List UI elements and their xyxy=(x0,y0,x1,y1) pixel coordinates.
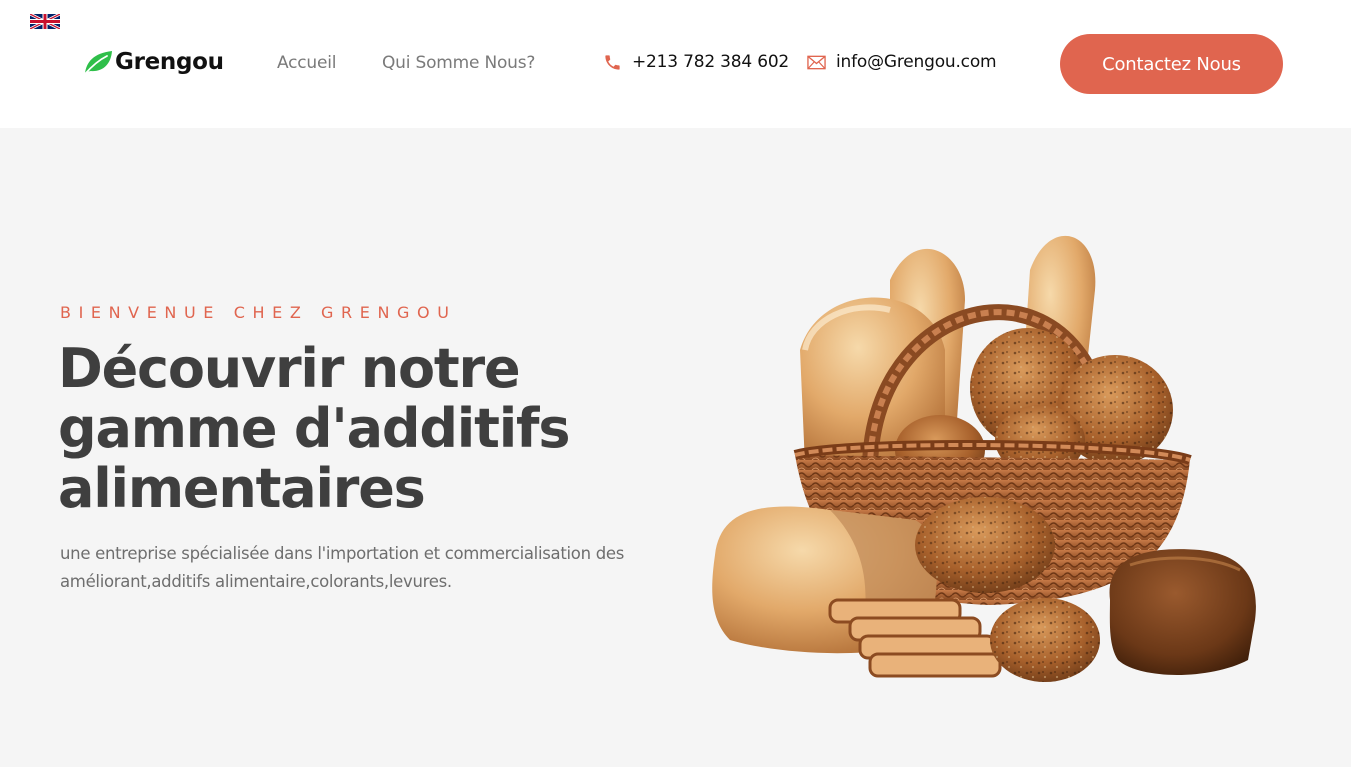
bread-basket-image xyxy=(712,235,1256,682)
nav-link-qui-somme-nous[interactable]: Qui Somme Nous? xyxy=(382,53,535,73)
email-contact[interactable]: info@Grengou.com xyxy=(807,52,997,72)
bread-slices xyxy=(828,598,1002,678)
site-header: Grengou Accueil Qui Somme Nous? +213 782… xyxy=(0,0,1351,128)
hero-section: BIENVENUE CHEZ GRENGOU Découvrir notre g… xyxy=(0,128,1351,767)
hero-eyebrow: BIENVENUE CHEZ GRENGOU xyxy=(60,303,457,322)
leaf-icon xyxy=(84,51,112,75)
logo-text: Grengou xyxy=(115,49,224,75)
uk-flag-icon[interactable] xyxy=(30,14,60,29)
hero-lead: une entreprise spécialisée dans l'import… xyxy=(60,544,625,591)
phone-icon xyxy=(605,54,620,70)
contactez-nous-button[interactable]: Contactez Nous xyxy=(1060,34,1283,94)
mail-icon xyxy=(807,55,826,69)
phone-number: +213 782 384 602 xyxy=(632,52,790,72)
email-address: info@Grengou.com xyxy=(836,52,997,72)
nav-link-accueil[interactable]: Accueil xyxy=(277,53,337,73)
hero-headline: Découvrir notre gamme d'additifs aliment… xyxy=(58,337,570,520)
site-logo[interactable]: Grengou xyxy=(82,48,224,76)
phone-contact[interactable]: +213 782 384 602 xyxy=(603,52,789,72)
